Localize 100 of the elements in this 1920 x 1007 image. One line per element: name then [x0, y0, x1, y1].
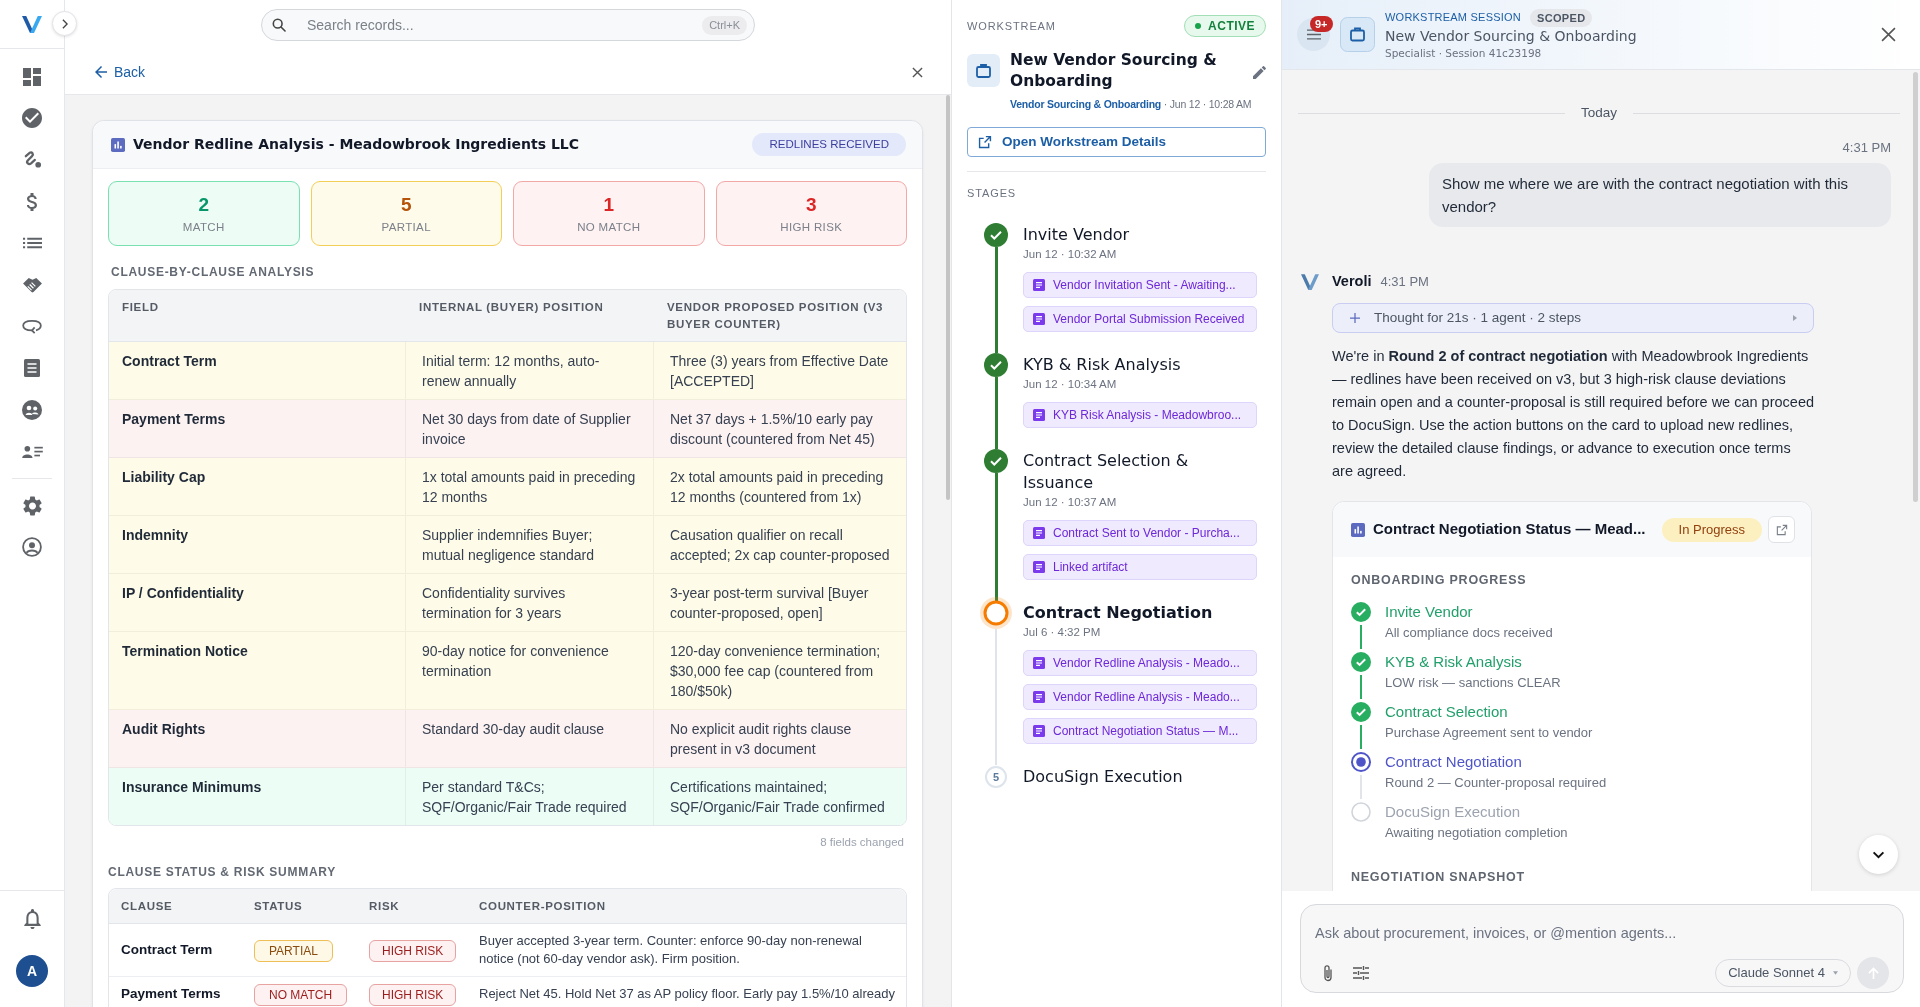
document-icon	[1033, 409, 1045, 421]
table-cell: Termination Notice	[109, 632, 406, 709]
paperclip-icon[interactable]	[1323, 964, 1333, 982]
table-cell-text: 3-year post-term survival [Buyer counter-proposed, open]	[669, 583, 870, 623]
stat-value: 3	[805, 193, 817, 217]
stage-title: KYB & Risk Analysis	[1023, 354, 1182, 376]
user-message: Show me where we are with the contract negotiation with this vendor?	[1429, 163, 1891, 227]
table-cell-text: Net 37 days + 1.5%/10 early pay discount (countered from Net 45)	[669, 409, 876, 449]
logo-icon	[1301, 274, 1319, 290]
open-external-button[interactable]	[1768, 516, 1795, 543]
status-dot-icon	[1195, 23, 1202, 29]
step-detail: Purchase Agreement sent to vendor	[1385, 724, 1593, 742]
stage-title: Invite Vendor	[1023, 224, 1131, 246]
artifact-link[interactable]: Vendor Redline Analysis - Meado...	[1023, 650, 1257, 676]
column-header: STATUS	[253, 899, 304, 914]
table-cell: Per standard T&Cs; SQF/Organic/Fair Trade required	[406, 768, 654, 825]
message-time: 4:31 PM	[1842, 140, 1891, 156]
pencil-icon[interactable]	[1253, 66, 1266, 79]
artifact-link[interactable]: Vendor Portal Submission Received	[1023, 306, 1257, 332]
artifact-link[interactable]: Vendor Redline Analysis - Meado...	[1023, 684, 1257, 710]
artifact-link[interactable]: Contract Negotiation Status — M...	[1023, 718, 1257, 744]
step-title: Contract Negotiation	[1385, 752, 1523, 772]
chart-icon	[1351, 522, 1365, 537]
contact-list-icon[interactable]	[21, 443, 43, 459]
table-cell-text: Reject Net 45. Hold Net 37 as AP policy floor. Early pay 1.5%/10 already	[478, 985, 896, 1003]
session-subtitle: Specialist · Session 41c23198	[1385, 45, 1543, 60]
close-icon	[911, 66, 923, 78]
caret-icon	[1833, 971, 1838, 975]
open-details-button[interactable]: Open Workstream Details	[967, 127, 1266, 157]
account-icon[interactable]	[22, 537, 42, 558]
step-detail: Awaiting negotiation completion	[1385, 824, 1568, 842]
status-badge: NO MATCH	[254, 984, 348, 1006]
artifact-link[interactable]: Contract Sent to Vendor - Purcha...	[1023, 520, 1257, 546]
user-avatar[interactable]: A	[16, 955, 48, 987]
chevron-right-icon	[61, 18, 68, 29]
artifact-link[interactable]: Linked artifact	[1023, 554, 1257, 580]
close-button[interactable]	[910, 65, 924, 79]
column-header: COUNTER-POSITION	[478, 899, 607, 914]
document-icon	[1033, 561, 1045, 573]
group-icon[interactable]	[22, 399, 42, 420]
category-link[interactable]: Vendor Sourcing & Onboarding	[1010, 98, 1162, 110]
close-button[interactable]	[1880, 26, 1896, 43]
chart-icon	[111, 137, 125, 152]
back-link[interactable]: Back	[95, 61, 146, 83]
dollar-icon[interactable]	[26, 192, 38, 211]
settings-icon[interactable]	[22, 495, 42, 516]
risk-badge: HIGH RISK	[369, 940, 457, 962]
table-cell: Net 30 days from date of Supplier invoice	[406, 400, 654, 457]
stat-value: 1	[603, 193, 615, 217]
stage-time: Jul 6 · 4:32 PM	[1023, 625, 1102, 640]
artifact-link[interactable]: Vendor Invitation Sent - Awaiting...	[1023, 272, 1257, 298]
assistant-message: We're in Round 2 of contract negotiation with Meadowbrook Ingredients — redlines have been received on v3, but 3 high-risk clause deviations remain open and a counter-proposal is still required before we can proceed to DocuSign. Use the action buttons on the card to upload new redlines, review the detailed clause findings, or advance to execution once terms are agreed.	[1332, 347, 1814, 481]
author-name: Veroli	[1332, 272, 1372, 292]
table-cell: IP / Confidentiality	[109, 574, 406, 631]
status-badge: REDLINES RECEIVED	[752, 133, 906, 156]
model-selector[interactable]: Claude Sonnet 4	[1715, 959, 1851, 987]
table-cell-text: 120-day convenience termination; $30,000 fee cap (countered from 180/$50k)	[669, 641, 882, 701]
date-divider: Today	[1581, 103, 1617, 122]
list-icon[interactable]	[22, 237, 42, 250]
scope-badge: SCOPED	[1530, 8, 1593, 27]
handshake-icon[interactable]	[21, 276, 43, 294]
stage-title: DocuSign Execution	[1023, 766, 1184, 788]
search-icon	[272, 18, 286, 32]
table-cell: Audit Rights	[109, 710, 406, 767]
stat-label: MATCH	[182, 220, 225, 234]
sliders-icon[interactable]	[1353, 966, 1369, 980]
column-header: VENDOR PROPOSED POSITION (V3 BUYER COUNTER)	[666, 299, 885, 332]
table-cell: Standard 30-day audit clause	[406, 710, 654, 767]
status-text: ACTIVE	[1208, 18, 1255, 35]
step-detail: LOW risk — sanctions CLEAR	[1385, 674, 1561, 692]
card-title: Vendor Redline Analysis - Meadowbrook Ingredients LLC	[133, 135, 580, 154]
message-input[interactable]: Ask about procurement, invoices, or @mention agents...	[1315, 922, 1889, 944]
stat-label: HIGH RISK	[780, 220, 843, 234]
document-icon[interactable]	[24, 358, 40, 377]
stage-time: Jun 12 · 10:32 AM	[1023, 247, 1118, 262]
scrollbar[interactable]	[946, 95, 950, 500]
logo-icon	[22, 15, 42, 33]
stage-number: 5	[985, 766, 1007, 788]
risk-badge: HIGH RISK	[369, 984, 457, 1006]
section-heading: CLAUSE-BY-CLAUSE ANALYSIS	[110, 264, 316, 280]
session-kicker: WORKSTREAM SESSION	[1385, 10, 1521, 26]
close-icon	[1880, 27, 1896, 42]
section-heading: ONBOARDING PROGRESS	[1351, 573, 1528, 587]
step-detail: All compliance docs received	[1385, 624, 1553, 642]
route-icon[interactable]	[22, 150, 42, 170]
stage-title: Contract Negotiation	[1023, 602, 1214, 624]
bell-icon[interactable]	[23, 908, 41, 929]
thought-summary-button[interactable]: Thought for 21s · 1 agent · 2 steps	[1332, 303, 1814, 333]
workstream-title: New Vendor Sourcing & Onboarding	[1010, 50, 1218, 92]
table-cell-text: Payment Terms	[120, 986, 222, 1002]
table-cell: Initial term: 12 months, auto-renew annually	[406, 342, 654, 399]
column-header: INTERNAL (BUYER) POSITION	[418, 299, 605, 315]
document-icon	[1033, 279, 1045, 291]
document-icon	[1033, 657, 1045, 669]
scrollbar[interactable]	[1913, 72, 1918, 502]
panel-label: WORKSTREAM	[967, 18, 1056, 34]
briefcase-icon	[967, 54, 1000, 87]
dashboard-icon[interactable]	[23, 67, 41, 86]
artifact-link[interactable]: KYB Risk Analysis - Meadowbroo...	[1023, 402, 1257, 428]
loop-arrow-icon[interactable]	[22, 318, 42, 334]
